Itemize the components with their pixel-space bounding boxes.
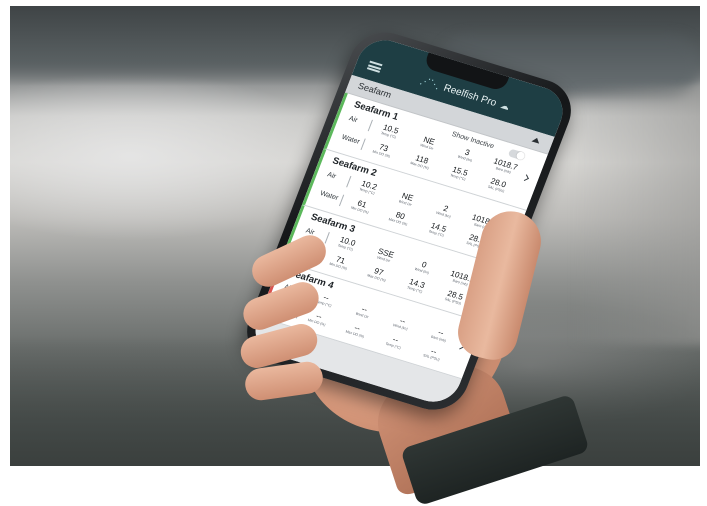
show-inactive-toggle[interactable] xyxy=(507,148,526,161)
air-metric: 2 Wind (kn) xyxy=(426,200,463,222)
air-metric: 10.5 Temp (°C) xyxy=(372,120,409,142)
chevron-up-icon[interactable] xyxy=(531,136,541,144)
air-metric: -- Wind Dir xyxy=(345,300,382,322)
water-metric: 97 Max DO (%) xyxy=(359,263,396,285)
water-metric: 118 Max DO (%) xyxy=(403,150,440,172)
air-label: Air xyxy=(326,171,337,181)
water-metric: 71 Min DO (%) xyxy=(321,251,358,273)
water-metric: -- Max DO (%) xyxy=(338,319,375,341)
water-metric: 80 Max DO (%) xyxy=(381,207,418,229)
air-metric: 0 Wind (kn) xyxy=(405,256,442,278)
menu-icon[interactable] xyxy=(366,60,383,73)
water-metric: 15.5 Temp (°C) xyxy=(441,162,478,184)
air-metric: -- Baro (mb) xyxy=(422,324,459,346)
air-label: Air xyxy=(347,115,359,125)
air-metric: 10.0 Temp (°C) xyxy=(328,232,365,254)
air-metric: SSE Wind Dir xyxy=(367,244,404,266)
water-metric: 28.0 SAL (PSU) xyxy=(479,174,516,196)
water-metric: 14.5 Temp (°C) xyxy=(419,218,456,240)
air-metric: NE Wind Dir xyxy=(388,188,425,210)
background-shade xyxy=(570,86,700,346)
water-label: Water xyxy=(318,190,340,203)
water-label: Water xyxy=(340,133,361,146)
water-metric: 73 Min DO (%) xyxy=(364,139,401,161)
air-metric: -- Wind (kn) xyxy=(383,312,420,334)
air-metric: 10.2 Temp (°C) xyxy=(350,176,387,198)
water-metric: 61 Min DO (%) xyxy=(343,195,380,217)
fish-logo-icon: ⋰⋱ xyxy=(418,75,442,92)
water-metric: -- SAL (PSU) xyxy=(414,342,451,364)
water-metric: -- Temp (°C) xyxy=(376,331,413,353)
cloud-icon: ☁ xyxy=(498,100,512,113)
chevron-right-icon[interactable] xyxy=(522,174,529,181)
air-metric: NE Wind Dir xyxy=(410,132,447,154)
water-metric: 14.3 Temp (°C) xyxy=(398,274,435,296)
